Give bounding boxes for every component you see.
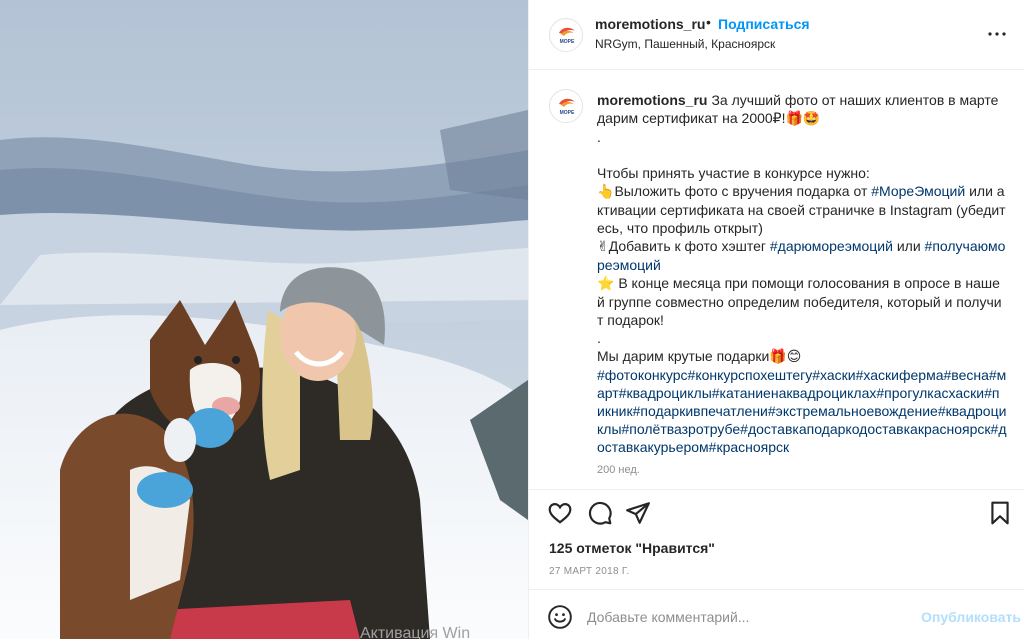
post-username[interactable]: moremotions_ru [595,16,705,32]
more-options-icon[interactable] [985,22,1009,46]
smiley-icon[interactable] [547,604,573,630]
smile-emoji-icon: 😊 [786,349,802,365]
step1-text-a: Выложить фото с вручения подарка от [614,183,872,199]
follow-button[interactable]: Подписаться [718,16,810,32]
separator-dot: • [706,14,711,30]
hashtag-link[interactable]: #МореЭмоций [871,183,965,199]
brand-logo-icon: МОРЕ [551,91,582,122]
gift-emoji-icon: 🎁 [785,111,803,127]
hashtag-link[interactable]: #экстремальноевождение [768,403,938,419]
hashtag-link[interactable]: #катаниенаквадроциклах [712,385,877,401]
caption-avatar[interactable]: МОРЕ [549,89,583,123]
hashtag-link[interactable]: #квадроциклы [619,385,712,401]
comment-box: Опубликовать [529,589,1024,639]
victory-hand-emoji-icon: ✌ [597,239,609,255]
caption-rules-title: Чтобы принять участие в конкурсе нужно: [597,165,870,181]
windows-activation-watermark: Активация Win [360,625,471,639]
hashtag-link[interactable]: #доставкаподаркодоставкакрасноярск [740,421,990,437]
pointing-hand-emoji-icon: 👆 [597,184,615,200]
caption-intro-line: moremotions_ru За лучший фото от наших кл… [597,91,1007,128]
post-location[interactable]: NRGym, Пашенный, Красноярск [595,37,775,51]
comment-input[interactable] [587,606,907,628]
publish-button[interactable]: Опубликовать [921,609,1021,625]
brand-logo-icon: МОРЕ [551,20,582,51]
gift-emoji-icon: 🎁 [769,349,787,365]
svg-text:МОРЕ: МОРЕ [560,39,575,45]
hashtag-link[interactable]: #хаски [812,367,855,383]
caption-step-1: 👆Выложить фото с вручения подарка от #Мо… [597,182,1007,237]
caption-step-3: ⭐ В конце месяца при помощи голосования … [597,274,1007,329]
step2-text-a: Добавить к фото хэштег [608,238,770,254]
caption-dot: . [597,330,601,346]
hashtag-link[interactable]: #полётвазротрубе [622,421,741,437]
star-eyes-emoji-icon: 🤩 [802,111,821,127]
caption-step-2: ✌Добавить к фото хэштег #дарюмореэмоций … [597,237,1007,274]
caption-blank [597,146,1007,164]
gifts-text: Мы дарим крутые подарки [597,348,770,364]
caption-gifts-line: Мы дарим крутые подарки🎁😊 [597,347,1007,366]
caption-text: moremotions_ru За лучший фото от наших кл… [597,91,1007,456]
bookmark-icon[interactable] [987,500,1013,526]
hashtag-link[interactable]: #весна [944,367,989,383]
post-date[interactable]: 27 МАРТ 2018 Г. [549,566,630,577]
caption-section: МОРЕ moremotions_ru За лучший фото от наш… [529,71,1024,489]
hashtag-link[interactable]: #прогулкасхаски [876,385,984,401]
profile-avatar[interactable]: МОРЕ [549,18,583,52]
caption-timestamp[interactable]: 200 нед. [597,464,640,476]
hashtag-link[interactable]: #фотоконкурс [597,367,688,383]
likes-count[interactable]: 125 отметок "Нравится" [549,540,715,556]
step2-text-b: или [892,238,925,254]
photo-scene [0,0,528,639]
hashtag-link[interactable]: #хаскиферма [856,367,944,383]
hashtag-link[interactable]: #конкурспохештегу [688,367,813,383]
hashtag-link[interactable]: #красноярск [709,439,790,455]
hashtag-link[interactable]: #дарюмореэмоций [770,238,893,254]
step3-text: В конце месяца при помощи голосования в … [597,275,1002,328]
hashtag-link[interactable]: #подаркивпечатлени [633,403,768,419]
star-emoji-icon: ⭐ [597,276,615,292]
post-header: МОРЕ moremotions_ru • Подписаться NRGym,… [529,0,1024,70]
post-photo[interactable] [0,0,528,639]
comment-icon[interactable] [587,500,613,526]
caption-hashtags: #фотоконкурс#конкурспохештегу#хаски#хаск… [597,366,1007,456]
caption-dot: . [597,129,601,145]
action-bar [529,489,1024,535]
caption-username[interactable]: moremotions_ru [597,92,707,108]
send-icon[interactable] [625,500,651,526]
post-details-panel: МОРЕ moremotions_ru • Подписаться NRGym,… [528,0,1024,639]
heart-icon[interactable] [547,500,573,526]
svg-text:МОРЕ: МОРЕ [560,110,575,116]
